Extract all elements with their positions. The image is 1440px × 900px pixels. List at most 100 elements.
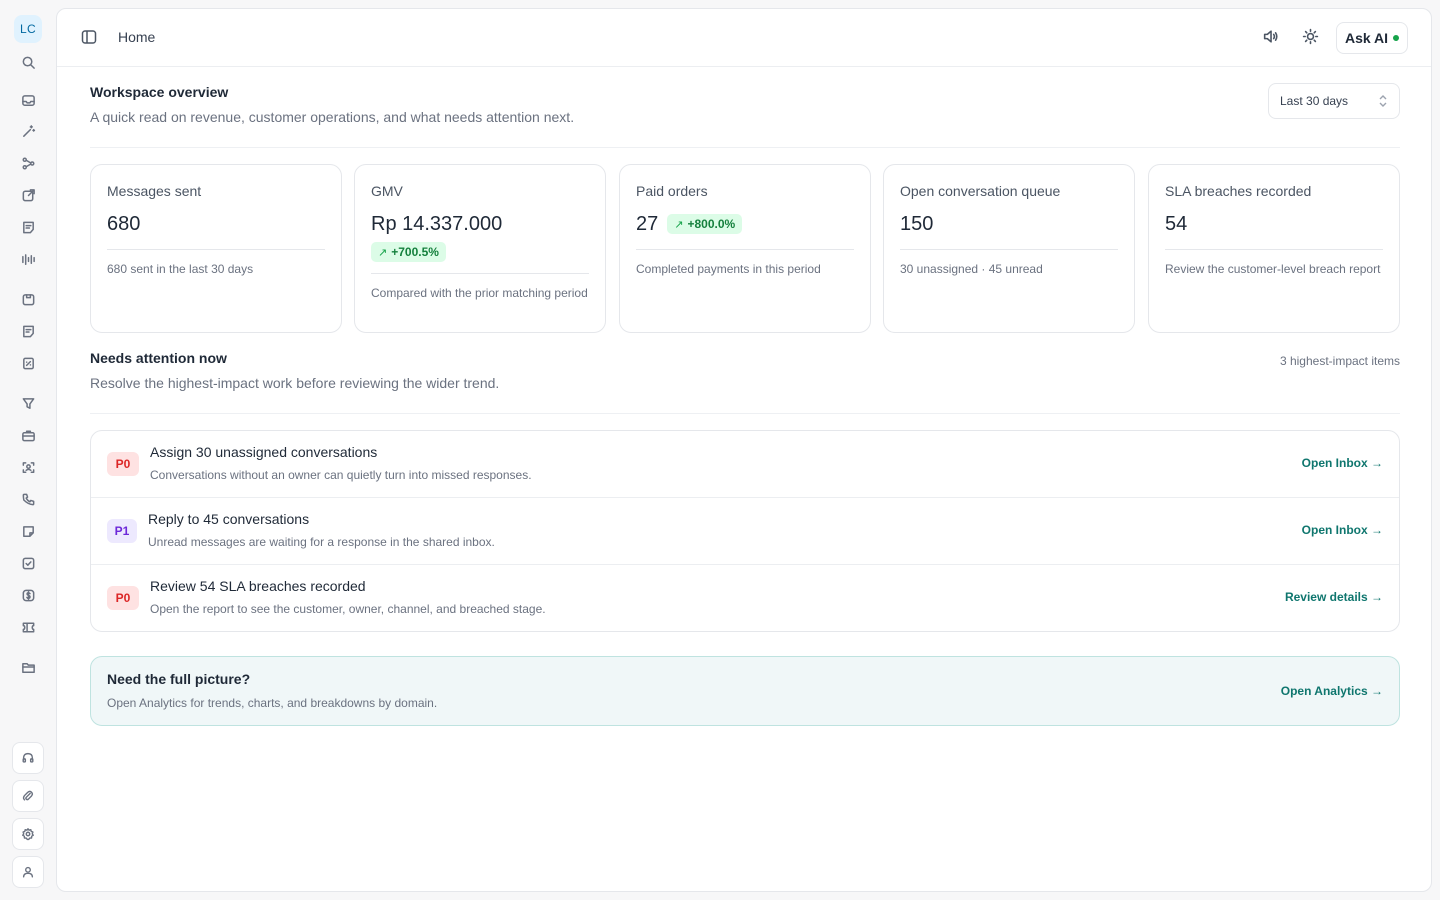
attachment-icon (21, 789, 35, 803)
dollar-icon[interactable] (18, 585, 38, 605)
overview-title: Workspace overview (90, 84, 229, 100)
profile-button[interactable] (12, 856, 44, 888)
arrow-up-right-icon: ↗ (378, 246, 388, 259)
breadcrumb: Home (118, 29, 156, 45)
broadcast-icon[interactable] (18, 249, 38, 269)
metric-note: Completed payments in this period (636, 262, 821, 276)
open-inbox-link[interactable]: Open Inbox → (1302, 523, 1383, 537)
metric-value: 27 (636, 212, 659, 235)
workspace-avatar[interactable]: LC (14, 15, 42, 43)
scan-face-icon[interactable] (18, 457, 38, 477)
divider (636, 249, 854, 250)
arrow-up-right-icon: ↗ (674, 218, 684, 231)
speaker-icon[interactable] (1262, 28, 1282, 48)
metric-note: 30 unassigned · 45 unread (900, 262, 1043, 276)
divider (371, 273, 589, 274)
online-status-dot (1393, 35, 1400, 41)
overview-subtitle: A quick read on revenue, customer operat… (90, 109, 575, 125)
metric-label: Messages sent (107, 183, 202, 199)
date-range-select[interactable]: Last 30 days (1268, 83, 1400, 119)
review-details-link[interactable]: Review details → (1285, 590, 1383, 604)
icon-sidebar: LC (0, 0, 56, 900)
promo-title: Need the full picture? (107, 671, 251, 687)
divider (90, 413, 1400, 414)
topbar: Home Ask AI (57, 9, 1431, 67)
metric-label: GMV (371, 183, 403, 199)
chevron-up-down-icon (1378, 94, 1388, 108)
attention-item-title: Reply to 45 conversations (148, 511, 310, 527)
priority-badge: P1 (107, 519, 137, 543)
growth-badge: ↗ +800.0% (667, 214, 743, 234)
external-link-icon[interactable] (18, 185, 38, 205)
theme-toggle-sun-icon[interactable] (1302, 28, 1322, 48)
attention-count: 3 highest-impact items (1279, 354, 1400, 368)
divider (90, 147, 1400, 148)
metric-value: 680 (107, 212, 141, 235)
inbox-icon[interactable] (18, 90, 38, 110)
settings-button[interactable] (12, 818, 44, 850)
growth-badge: ↗ +700.5% (371, 242, 446, 262)
growth-badge-value: +800.0% (687, 217, 736, 231)
metric-card-messages-sent[interactable]: Messages sent 680 680 sent in the last 3… (90, 164, 342, 333)
metric-card-paid-orders[interactable]: Paid orders 27 ↗ +800.0% Completed payme… (619, 164, 871, 333)
ask-ai-label: Ask AI (1344, 30, 1389, 46)
attachments-button[interactable] (12, 780, 44, 812)
notes-icon[interactable] (18, 217, 38, 237)
checklist-icon[interactable] (18, 553, 38, 573)
settings-icon (21, 827, 35, 841)
ask-ai-button[interactable]: Ask AI (1336, 22, 1408, 54)
attention-item-title: Assign 30 unassigned conversations (150, 444, 378, 460)
attention-item: P0 Assign 30 unassigned conversations Co… (91, 431, 1399, 498)
overview-header: Workspace overview A quick read on reven… (90, 84, 574, 125)
open-analytics-link[interactable]: Open Analytics → (1281, 684, 1383, 698)
attention-title: Needs attention now (90, 350, 227, 366)
package-icon[interactable] (18, 289, 38, 309)
metric-card-sla-breaches[interactable]: SLA breaches recorded 54 Review the cust… (1148, 164, 1400, 333)
briefcase-icon[interactable] (18, 425, 38, 445)
search-icon[interactable] (18, 52, 38, 72)
attention-item-description: Conversations without an owner can quiet… (150, 468, 532, 482)
metric-label: Paid orders (636, 183, 708, 199)
metric-note: Compared with the prior matching period (371, 286, 588, 300)
document-icon[interactable] (18, 321, 38, 341)
metric-card-open-conversation-queue[interactable]: Open conversation queue 150 30 unassigne… (883, 164, 1135, 333)
attention-item-description: Open the report to see the customer, own… (150, 602, 546, 616)
metric-label: SLA breaches recorded (1165, 183, 1312, 199)
metric-card-gmv[interactable]: GMV Rp 14.337.000 ↗ +700.5% Compared wit… (354, 164, 606, 333)
priority-badge: P0 (107, 586, 139, 610)
attention-list: P0 Assign 30 unassigned conversations Co… (90, 430, 1400, 632)
divider (900, 249, 1118, 250)
ticket-icon[interactable] (18, 617, 38, 637)
attention-item-description: Unread messages are waiting for a respon… (148, 535, 495, 549)
sidebar-toggle-icon[interactable] (81, 29, 99, 47)
sticky-note-icon[interactable] (18, 521, 38, 541)
attention-subtitle: Resolve the highest-impact work before r… (90, 375, 500, 391)
headset-icon (21, 751, 35, 765)
attention-item-title: Review 54 SLA breaches recorded (150, 578, 366, 594)
divider (1165, 249, 1383, 250)
metric-cards: Messages sent 680 680 sent in the last 3… (90, 164, 1400, 333)
metric-label: Open conversation queue (900, 183, 1061, 199)
phone-icon[interactable] (18, 489, 38, 509)
attention-item: P0 Review 54 SLA breaches recorded Open … (91, 565, 1399, 631)
support-button[interactable] (12, 742, 44, 774)
metric-note: Review the customer-level breach report (1165, 262, 1381, 276)
attention-item: P1 Reply to 45 conversations Unread mess… (91, 498, 1399, 565)
open-inbox-link[interactable]: Open Inbox → (1302, 456, 1383, 470)
filter-icon[interactable] (18, 393, 38, 413)
metric-value: 54 (1165, 212, 1188, 235)
attention-header: Needs attention now Resolve the highest-… (90, 350, 499, 391)
analytics-promo-card: Need the full picture? Open Analytics fo… (90, 656, 1400, 726)
invoice-icon[interactable] (18, 353, 38, 373)
magic-wand-icon[interactable] (18, 121, 38, 141)
folder-icon[interactable] (18, 657, 38, 677)
divider (107, 249, 325, 250)
main-panel: Home Ask AI Workspace overview A quick r… (56, 8, 1432, 892)
metric-value: Rp 14.337.000 (371, 212, 503, 235)
priority-badge: P0 (107, 452, 139, 476)
user-icon (21, 865, 35, 879)
date-range-value: Last 30 days (1280, 94, 1349, 108)
promo-subtitle: Open Analytics for trends, charts, and b… (107, 696, 438, 710)
workflow-icon[interactable] (18, 153, 38, 173)
metric-value: 150 (900, 212, 934, 235)
